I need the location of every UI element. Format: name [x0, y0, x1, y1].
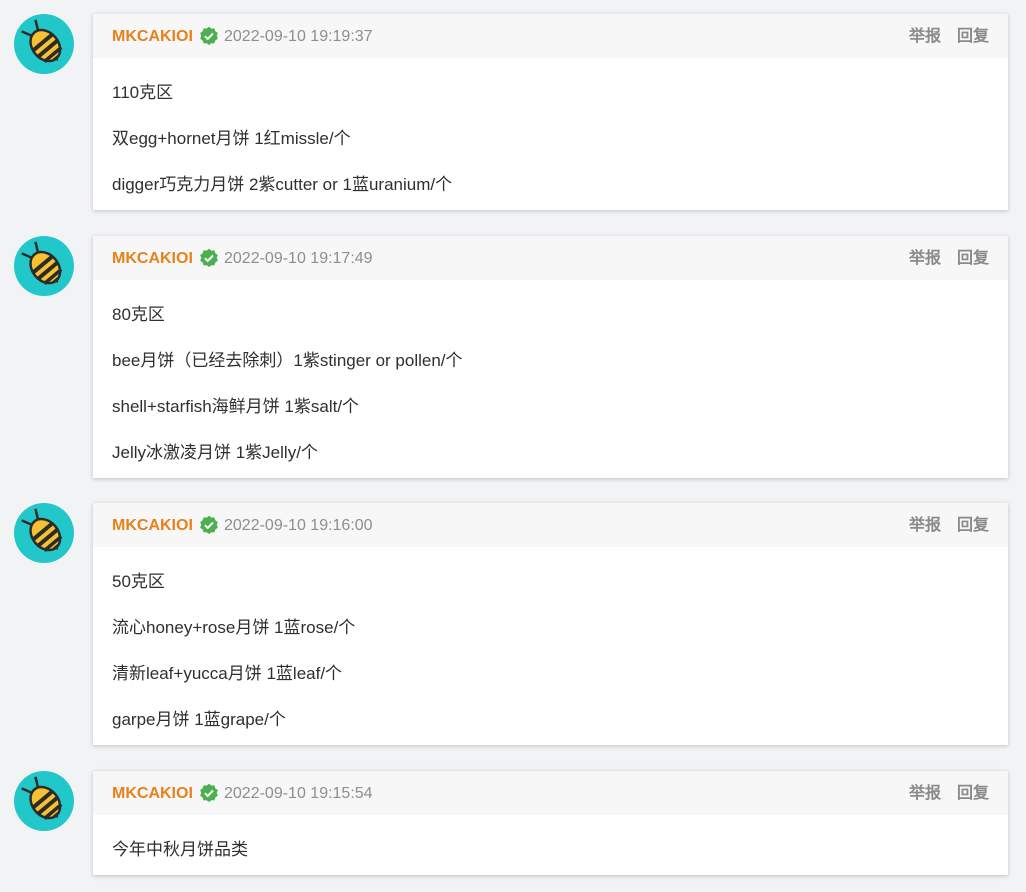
- comment-card: MKCAKIOI 2022-09-10 19:15:54 举报 回复 今年中秋月饼…: [93, 771, 1008, 875]
- comment-header: MKCAKIOI 2022-09-10 19:16:00 举报 回复: [93, 503, 1008, 547]
- comment-line: 110克区: [112, 83, 174, 102]
- bee-icon: [21, 776, 63, 820]
- comment-body: 110克区 双egg+hornet月饼 1红missle/个 digger巧克力…: [93, 58, 1008, 210]
- comment-actions: 举报 回复: [909, 249, 989, 269]
- comment-card: MKCAKIOI 2022-09-10 19:16:00 举报 回复 50克区 流…: [93, 503, 1008, 745]
- bee-icon: [21, 508, 63, 552]
- reply-button[interactable]: 回复: [957, 28, 989, 45]
- report-button[interactable]: 举报: [909, 785, 941, 802]
- avatar[interactable]: [14, 503, 74, 563]
- bee-icon: [21, 19, 63, 63]
- username-link[interactable]: MKCAKIOI: [112, 784, 193, 804]
- comment-line: 流心honey+rose月饼 1蓝rose/个: [112, 618, 356, 637]
- comment-card: MKCAKIOI 2022-09-10 19:19:37 举报 回复 110克区 …: [93, 14, 1008, 210]
- verified-check-icon: [200, 248, 218, 267]
- comment-line: 清新leaf+yucca月饼 1蓝leaf/个: [112, 664, 343, 683]
- avatar[interactable]: [14, 771, 74, 831]
- report-button[interactable]: 举报: [909, 250, 941, 267]
- reply-button[interactable]: 回复: [957, 517, 989, 534]
- comment-body: 50克区 流心honey+rose月饼 1蓝rose/个 清新leaf+yucc…: [93, 547, 1008, 745]
- comment-timestamp: 2022-09-10 19:15:54: [224, 785, 373, 802]
- comment-card: MKCAKIOI 2022-09-10 19:17:49 举报 回复 80克区 b…: [93, 236, 1008, 478]
- comment-header: MKCAKIOI 2022-09-10 19:19:37 举报 回复: [93, 14, 1008, 58]
- verified-check-icon: [200, 783, 218, 802]
- verified-check-icon: [200, 26, 218, 45]
- comment-timestamp: 2022-09-10 19:19:37: [224, 28, 373, 45]
- bee-icon: [21, 241, 63, 285]
- comment-actions: 举报 回复: [909, 516, 989, 536]
- username-link[interactable]: MKCAKIOI: [112, 27, 193, 47]
- username-link[interactable]: MKCAKIOI: [112, 516, 193, 536]
- comment-actions: 举报 回复: [909, 27, 989, 47]
- comment-line: 50克区: [112, 572, 165, 591]
- comment-header: MKCAKIOI 2022-09-10 19:17:49 举报 回复: [93, 236, 1008, 280]
- comment-actions: 举报 回复: [909, 784, 989, 804]
- verified-check-icon: [200, 515, 218, 534]
- report-button[interactable]: 举报: [909, 517, 941, 534]
- comment-line: shell+starfish海鲜月饼 1紫salt/个: [112, 397, 360, 416]
- comment-timestamp: 2022-09-10 19:16:00: [224, 517, 373, 534]
- comment-line: Jelly冰激凌月饼 1紫Jelly/个: [112, 443, 318, 462]
- comment-line: 今年中秋月饼品类: [112, 840, 248, 859]
- comment-line: garpe月饼 1蓝grape/个: [112, 710, 286, 729]
- comment-line: 双egg+hornet月饼 1红missle/个: [112, 129, 351, 148]
- comment-body: 80克区 bee月饼（已经去除刺）1紫stinger or pollen/个 s…: [93, 280, 1008, 478]
- comment-feed: MKCAKIOI 2022-09-10 19:19:37 举报 回复 110克区 …: [0, 0, 1026, 892]
- avatar[interactable]: [14, 14, 74, 74]
- avatar[interactable]: [14, 236, 74, 296]
- comment-timestamp: 2022-09-10 19:17:49: [224, 250, 373, 267]
- comment-line: bee月饼（已经去除刺）1紫stinger or pollen/个: [112, 351, 463, 370]
- reply-button[interactable]: 回复: [957, 785, 989, 802]
- comment-header: MKCAKIOI 2022-09-10 19:15:54 举报 回复: [93, 771, 1008, 815]
- comment-line: 80克区: [112, 305, 165, 324]
- report-button[interactable]: 举报: [909, 28, 941, 45]
- comment-line: digger巧克力月饼 2紫cutter or 1蓝uranium/个: [112, 175, 453, 194]
- comment-body: 今年中秋月饼品类: [93, 815, 1008, 875]
- username-link[interactable]: MKCAKIOI: [112, 249, 193, 269]
- reply-button[interactable]: 回复: [957, 250, 989, 267]
